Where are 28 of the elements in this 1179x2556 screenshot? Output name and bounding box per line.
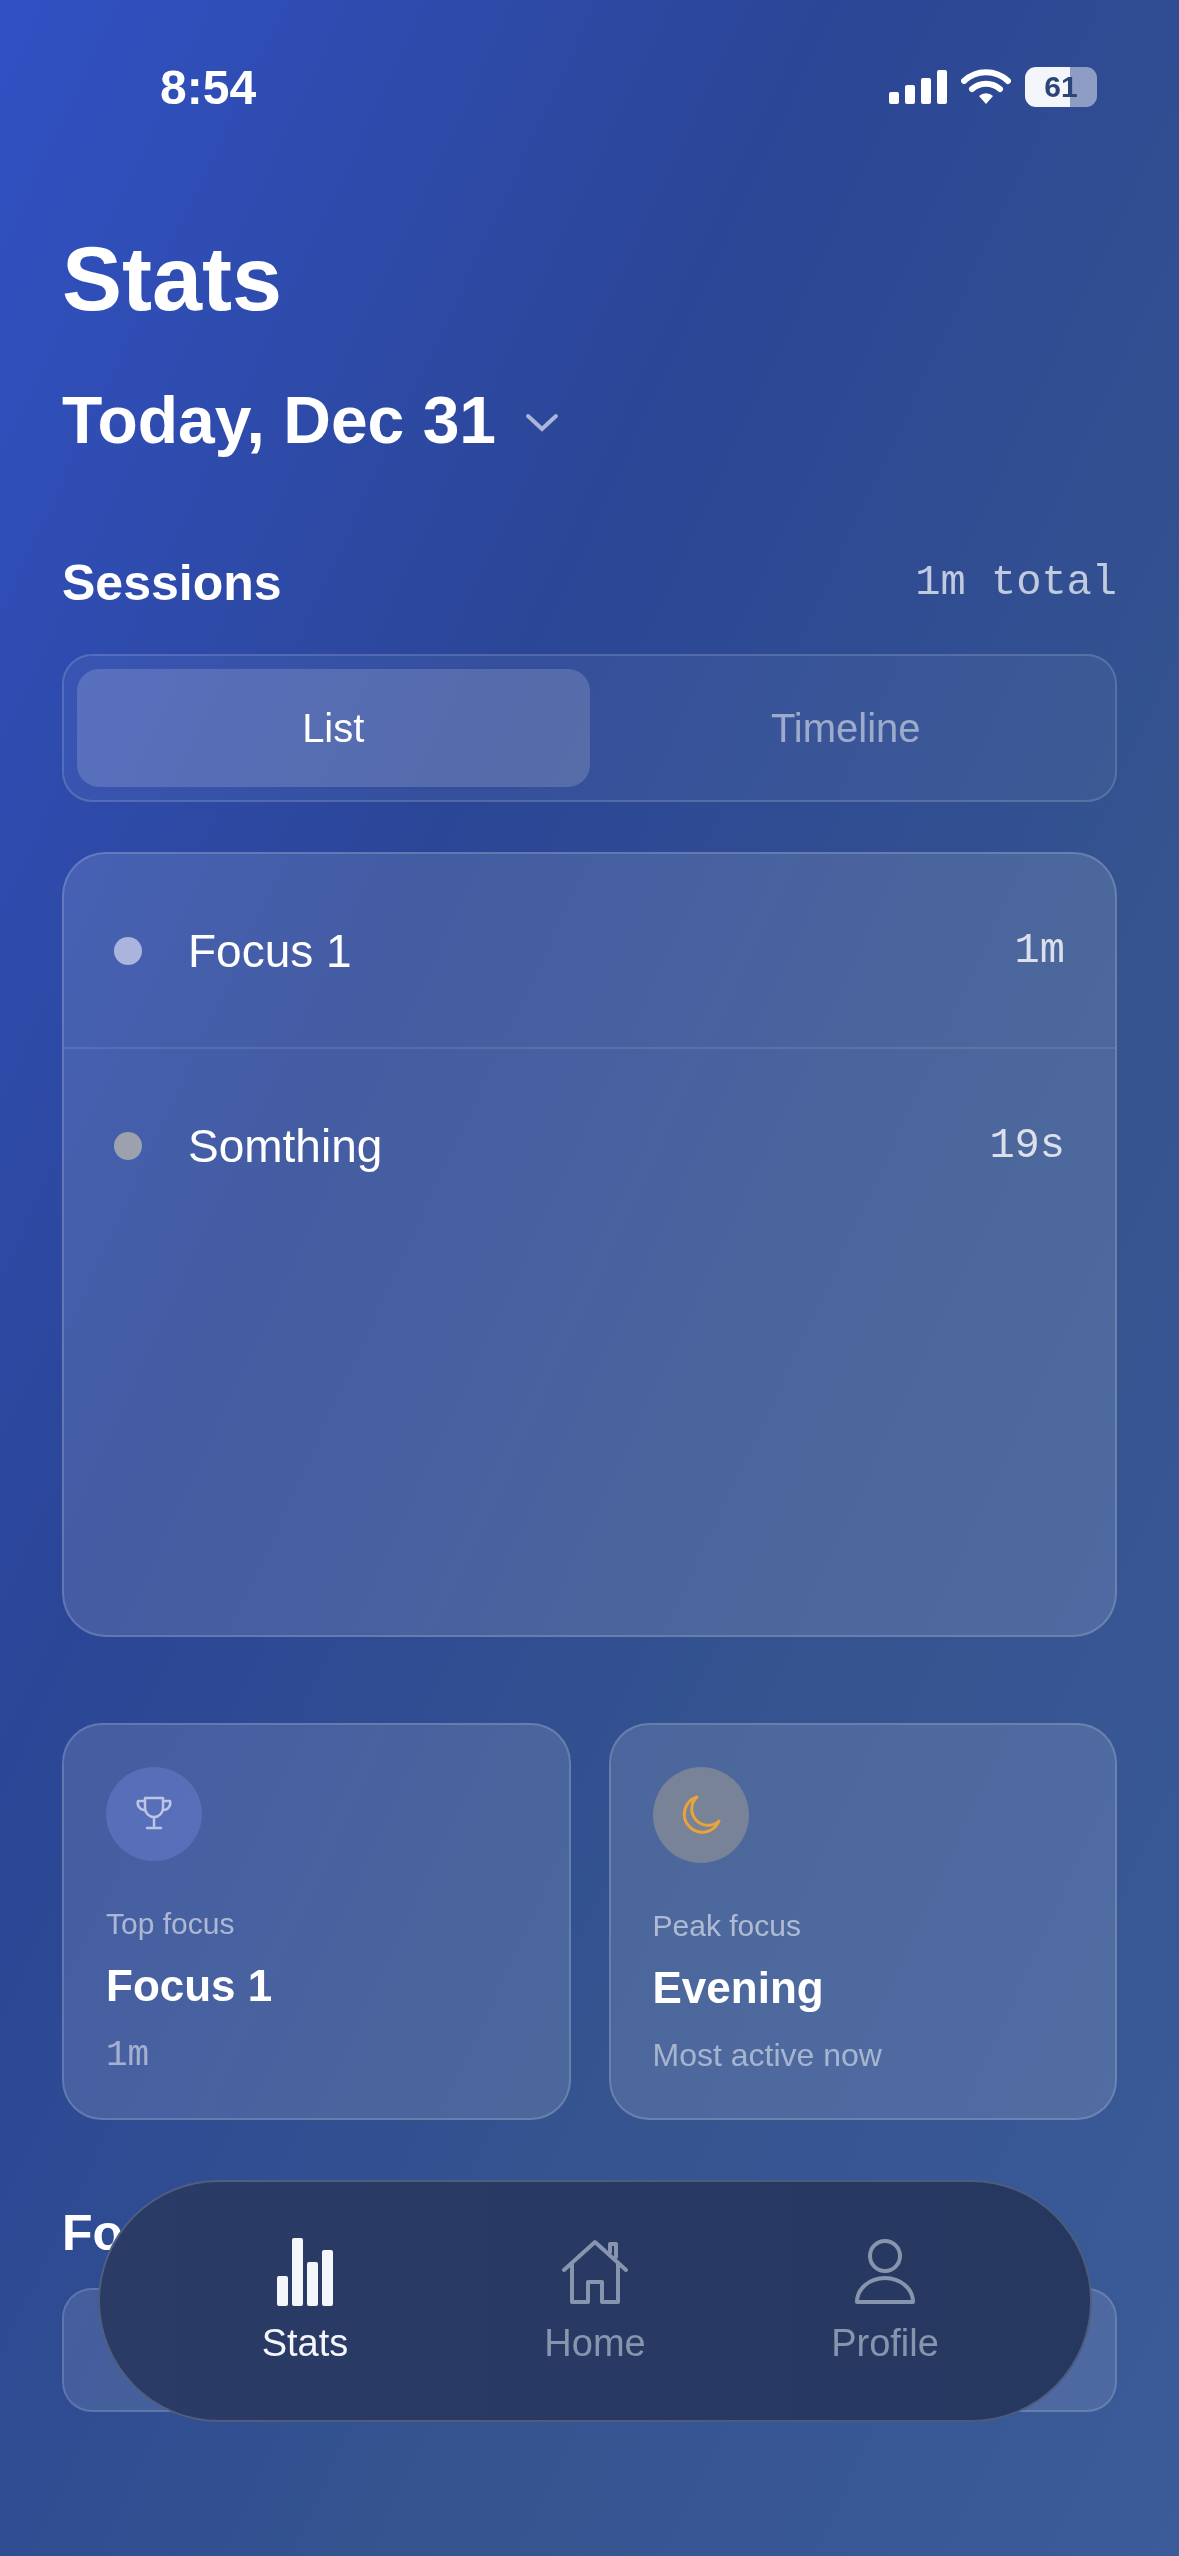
session-row[interactable]: Focus 1 1m xyxy=(64,854,1115,1049)
wifi-icon xyxy=(961,69,1011,105)
segment-tab[interactable]: List xyxy=(77,669,590,787)
tab-bar-item[interactable]: Stats xyxy=(195,2237,415,2365)
card-label: Peak focus xyxy=(652,1909,801,1943)
card-detail: 1m xyxy=(106,2035,150,2076)
session-duration: 1m xyxy=(1014,926,1065,975)
card-value: Evening xyxy=(652,1963,824,2013)
card-label: Top focus xyxy=(106,1907,235,1941)
session-row[interactable]: Somthing 19s xyxy=(64,1049,1115,1242)
tab-bar-item[interactable]: Home xyxy=(485,2237,705,2365)
card-value: Focus 1 xyxy=(106,1961,273,2011)
status-time: 8:54 xyxy=(160,59,257,115)
battery-icon: 61 xyxy=(1025,67,1097,107)
signal-icon xyxy=(889,70,947,104)
total-duration: 1m total xyxy=(915,559,1117,607)
chevron-down-icon xyxy=(524,412,561,434)
card-detail: Most active now xyxy=(652,2037,882,2074)
session-name: Focus 1 xyxy=(188,923,353,978)
home-icon xyxy=(560,2237,630,2306)
session-name: Somthing xyxy=(188,1118,384,1173)
date-picker[interactable]: Today, Dec 31 xyxy=(62,382,561,458)
person-icon xyxy=(853,2237,917,2306)
bar-chart-icon xyxy=(275,2237,335,2306)
session-duration: 19s xyxy=(989,1121,1065,1170)
page-title: Stats xyxy=(62,234,284,324)
section-heading: Sessions xyxy=(62,554,282,612)
tab-bar-item[interactable]: Profile xyxy=(775,2237,995,2365)
